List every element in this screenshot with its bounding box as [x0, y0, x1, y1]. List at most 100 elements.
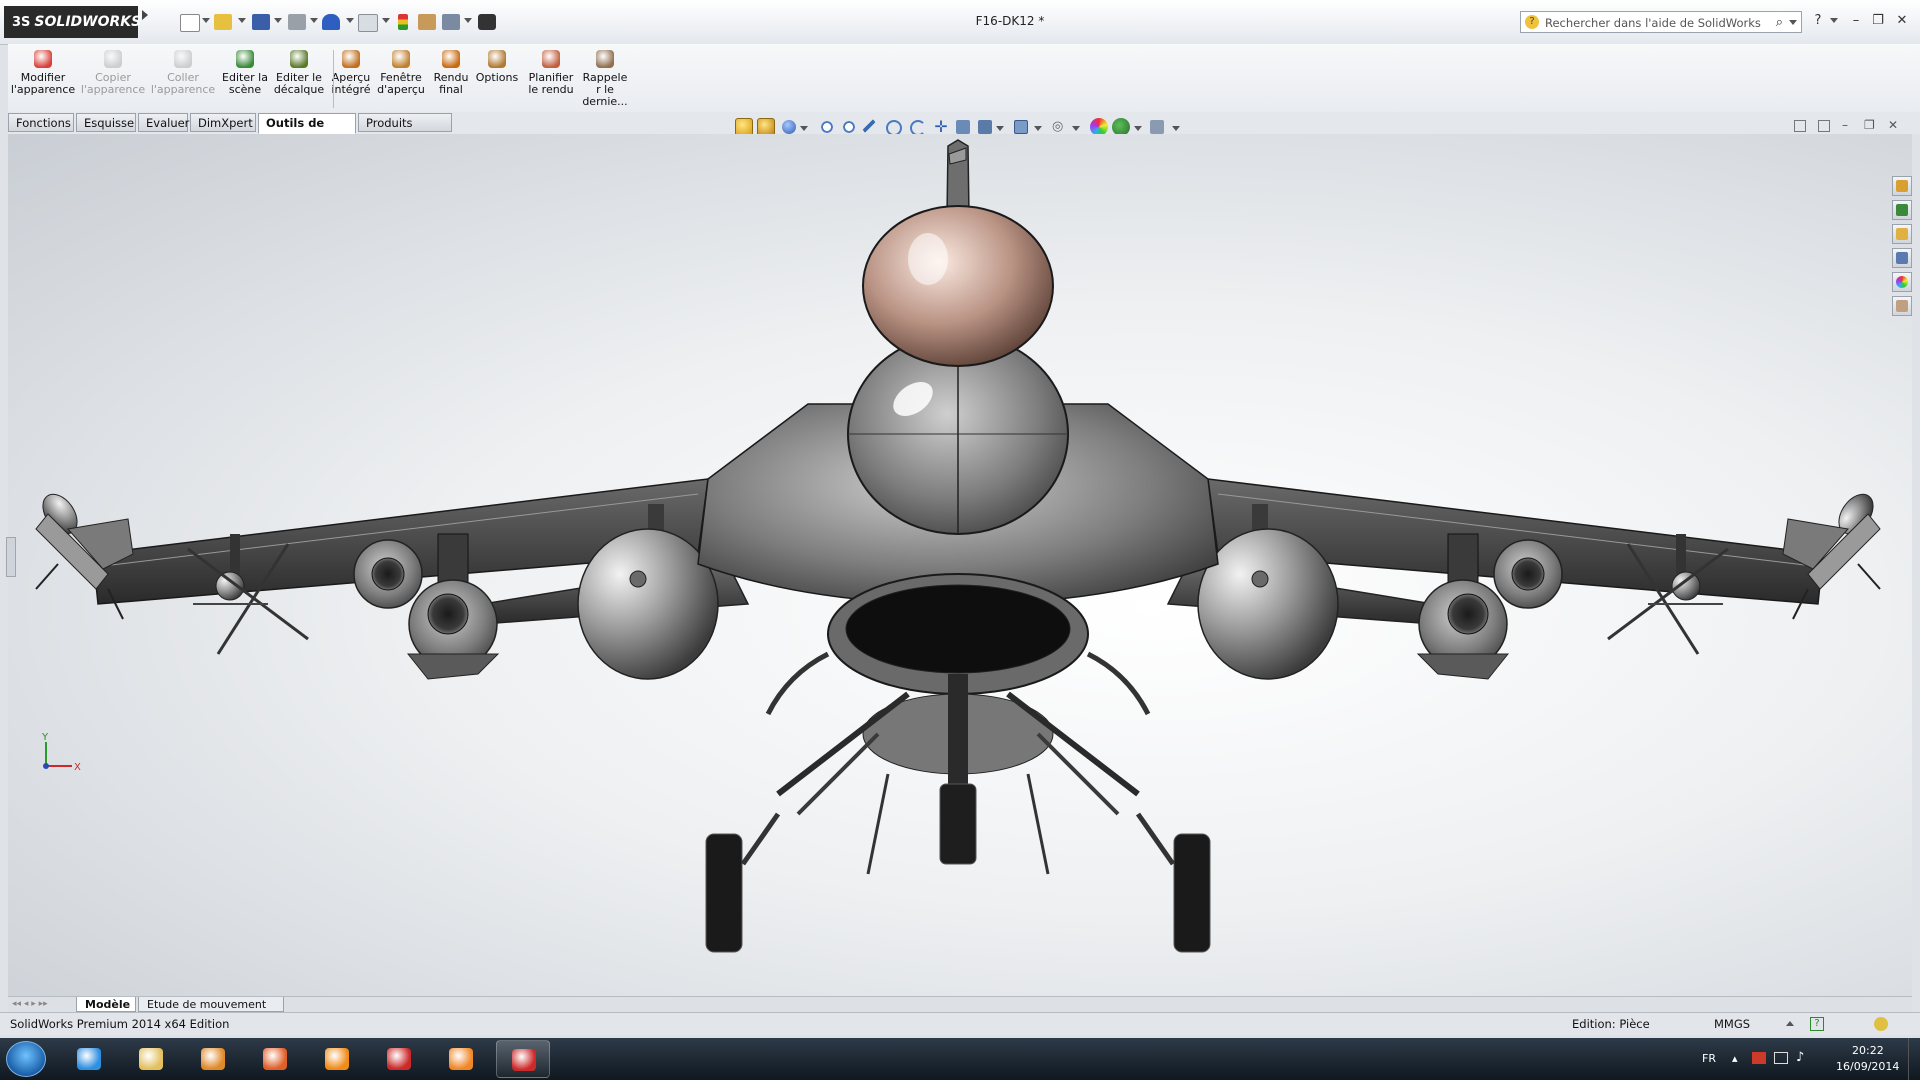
help-icon[interactable]: ? [1810, 14, 1826, 28]
taskpane-file-explorer-button[interactable] [1892, 224, 1912, 244]
open-dropdown-icon[interactable] [238, 18, 246, 23]
ribbon-button-schedule-render[interactable]: Planifier le rendu [524, 48, 578, 110]
viewport-minimize-button[interactable]: – [1842, 118, 1848, 132]
viewport-split-icon[interactable] [1818, 120, 1830, 132]
viewport-close-button[interactable]: ✕ [1888, 118, 1898, 132]
minimize-button[interactable]: – [1848, 14, 1864, 28]
scene-dropdown-icon[interactable] [1134, 126, 1142, 131]
taskpane-design-library-button[interactable] [1892, 200, 1912, 220]
tab-fonctions[interactable]: Fonctions [8, 113, 74, 132]
options-grid-icon[interactable] [442, 14, 460, 30]
taskpane-custom-properties-button[interactable] [1892, 296, 1912, 316]
network-icon[interactable] [1774, 1052, 1788, 1064]
hide-show-items-icon[interactable]: ◎ [1052, 120, 1068, 134]
ribbon-button-options[interactable]: Options [470, 48, 524, 110]
select-dropdown-icon[interactable] [382, 18, 390, 23]
viewport-restore-button[interactable]: ❐ [1864, 118, 1875, 132]
tab-scroll-arrows[interactable]: ◂◂ ◂ ▸ ▸▸ [12, 999, 72, 1010]
new-document-icon[interactable] [180, 14, 200, 32]
save-icon[interactable] [252, 14, 270, 30]
display-style-dropdown-icon[interactable] [1034, 126, 1042, 131]
taskpane-home-button[interactable] [1892, 176, 1912, 196]
model-tab-model[interactable]: Modèle [76, 997, 136, 1012]
graphics-area[interactable]: Y X [8, 134, 1912, 996]
print-dropdown-icon[interactable] [310, 18, 318, 23]
view-orientation-dropdown-icon[interactable] [996, 126, 1004, 131]
tab-produits-office[interactable]: Produits Office [358, 113, 452, 149]
status-units[interactable]: MMGS [1714, 1013, 1750, 1035]
ribbon-button-copy-appearance[interactable]: Copier l'apparence [78, 48, 148, 110]
ribbon-button-scene[interactable]: Editer la scène [218, 48, 272, 110]
ribbon-button-label: Copier l'apparence [80, 71, 146, 96]
volume-icon[interactable]: ♪ [1796, 1050, 1804, 1065]
menu-expand-icon[interactable] [142, 10, 148, 20]
taskbar-solidworks-active-button[interactable] [496, 1040, 550, 1078]
ribbon-button-recall-last[interactable]: Rappele r le dernie... [578, 48, 632, 110]
tab-dimxpert[interactable]: DimXpert [190, 113, 256, 132]
maximize-button[interactable]: ❐ [1870, 14, 1886, 28]
taskbar-firefox-button[interactable] [248, 1040, 302, 1078]
camera-icon[interactable] [478, 14, 496, 30]
close-button[interactable]: ✕ [1894, 14, 1910, 28]
taskbar-vlc-button[interactable] [310, 1040, 364, 1078]
start-button[interactable] [6, 1041, 46, 1077]
help-search-input[interactable]: ? Rechercher dans l'aide de SolidWorks ⌕ [1520, 11, 1802, 33]
ribbon-button-decal[interactable]: Editer le décalque [272, 48, 326, 110]
clock-time[interactable]: 20:22 [1852, 1044, 1884, 1057]
view-settings-icon[interactable] [1150, 120, 1164, 134]
realview-icon[interactable] [782, 120, 796, 134]
rebuild-traffic-light-icon[interactable] [398, 14, 408, 30]
model-tab-motion-study[interactable]: Etude de mouvement 1 [138, 997, 284, 1026]
viewport-tile-icon[interactable] [1794, 120, 1806, 132]
input-language[interactable]: FR [1702, 1052, 1716, 1065]
ribbon-button-appearance[interactable]: Modifier l'apparence [8, 48, 78, 110]
show-desktop-button[interactable] [1908, 1038, 1920, 1080]
taskbar-rss-app-button[interactable] [434, 1040, 488, 1078]
ribbon-button-label: Aperçu intégré [331, 71, 371, 96]
previous-view-icon[interactable] [862, 118, 876, 134]
ribbon-button-preview-window[interactable]: Fenêtre d'aperçu [374, 48, 428, 110]
tab-esquisse[interactable]: Esquisse [76, 113, 136, 132]
taskbar-media-player-button[interactable] [186, 1040, 240, 1078]
taskpane-appearances-button[interactable] [1892, 272, 1912, 292]
save-dropdown-icon[interactable] [274, 18, 282, 23]
view-orientation-icon[interactable] [978, 120, 992, 134]
display-dropdown-icon[interactable] [800, 126, 808, 131]
open-folder-icon[interactable] [214, 14, 232, 30]
file-properties-icon[interactable] [418, 14, 436, 30]
feature-manager-handle[interactable] [6, 537, 16, 577]
decal-icon [290, 50, 308, 68]
search-icon[interactable]: ⌕ [1776, 15, 1783, 30]
select-pointer-icon[interactable] [358, 14, 378, 32]
clock-date[interactable]: 16/09/2014 [1836, 1060, 1899, 1073]
search-dropdown-icon[interactable] [1789, 20, 1797, 25]
undo-icon[interactable] [322, 14, 340, 30]
status-notification-icon[interactable] [1874, 1017, 1888, 1031]
tab-evaluer[interactable]: Evaluer [138, 113, 189, 132]
action-center-flag-icon[interactable] [1752, 1052, 1766, 1064]
coordinate-triad: Y X [41, 732, 81, 773]
ribbon-button-paste-appearance[interactable]: Coller l'apparence [148, 48, 218, 110]
print-icon[interactable] [288, 14, 306, 30]
view-settings-dropdown-icon[interactable] [1172, 126, 1180, 131]
section-view-icon[interactable] [956, 120, 970, 134]
display-style-icon[interactable] [1014, 120, 1028, 134]
solidworks-active-icon [512, 1049, 536, 1071]
ribbon-separator [333, 50, 334, 108]
hide-show-dropdown-icon[interactable] [1072, 126, 1080, 131]
tab-outils-de-rendu[interactable]: Outils de rendu [258, 113, 356, 149]
copy-appearance-icon [104, 50, 122, 68]
new-dropdown-icon[interactable] [202, 18, 210, 23]
help-dropdown-icon[interactable] [1830, 18, 1838, 23]
taskbar-file-explorer-button[interactable] [124, 1040, 178, 1078]
tray-expand-icon[interactable]: ▴ [1732, 1052, 1738, 1065]
undo-dropdown-icon[interactable] [346, 18, 354, 23]
solidworks-logo[interactable]: 3S SOLIDWORKS [4, 6, 141, 38]
taskpane-view-palette-button[interactable] [1892, 248, 1912, 268]
taskbar-internet-explorer-button[interactable] [62, 1040, 116, 1078]
units-dropdown-icon[interactable] [1786, 1021, 1794, 1026]
status-help-icon[interactable]: ? [1810, 1017, 1824, 1031]
taskbar-solidworks-button[interactable] [372, 1040, 426, 1078]
options-dropdown-icon[interactable] [464, 18, 472, 23]
windows-taskbar: FR ▴ ♪ 20:22 16/09/2014 [0, 1038, 1920, 1080]
